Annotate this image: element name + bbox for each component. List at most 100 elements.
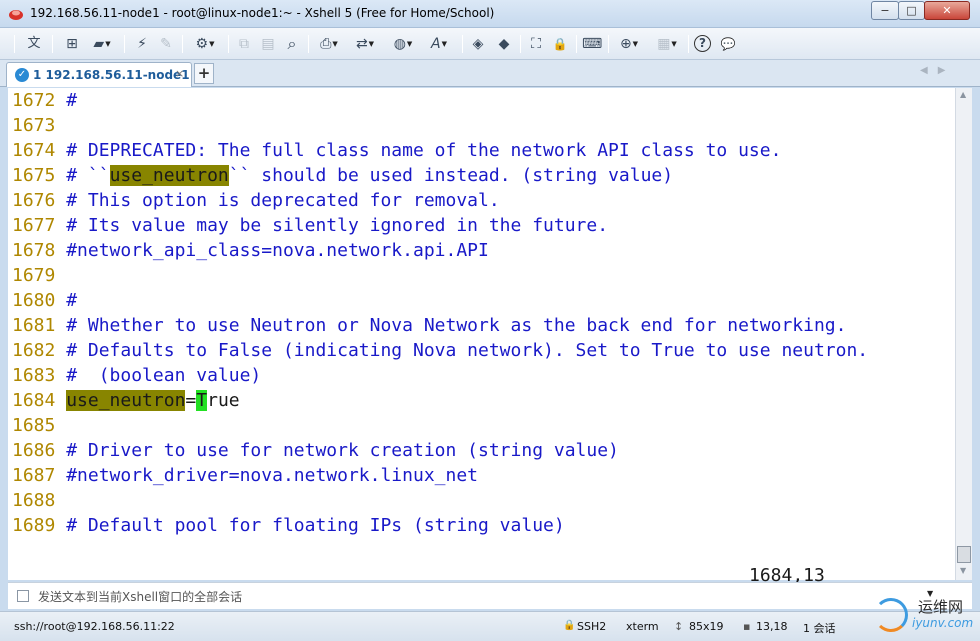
line-text: #network_api_class=nova.network.api.API [66,240,489,261]
close-button[interactable]: ✕ [924,1,970,20]
properties-icon[interactable]: ⚙▼ [190,34,220,54]
disconnect-icon[interactable]: ✎ [156,34,176,54]
line-number: 1689 [12,515,56,536]
terminal-line: 1681 # Whether to use Neutron or Nova Ne… [12,313,846,338]
line-number: 1686 [12,440,56,461]
line-text: # [66,290,78,311]
terminal-line: 1674 # DEPRECATED: The full class name o… [12,138,781,163]
line-number: 1685 [12,415,56,436]
terminal-view[interactable]: 1672 #1673 1674 # DEPRECATED: The full c… [8,88,955,611]
copy-icon[interactable]: ⧉ [234,34,254,54]
line-text: = [185,390,197,411]
line-text: rue [207,390,240,411]
terminal-line: 1673 [12,113,66,138]
line-number: 1684 [12,390,56,411]
line-text: # Defaults to False (indicating Nova net… [66,340,869,361]
fullscreen-icon[interactable]: ⛶ [526,34,546,54]
minimize-button[interactable]: − [871,1,899,20]
watermark-ring-icon [874,598,908,632]
terminal-line: 1677 # Its value may be silently ignored… [12,213,608,238]
line-number: 1674 [12,140,56,161]
line-text: # (boolean value) [66,365,262,386]
window-title: 192.168.56.11-node1 - root@linux-node1:~… [30,6,495,20]
line-number: 1678 [12,240,56,261]
terminal-line: 1680 # [12,288,77,313]
scrollbar-thumb[interactable] [957,546,971,563]
reconnect-icon[interactable]: ⚡ [132,34,152,54]
watermark-name: 运维网 [918,598,964,616]
line-number: 1681 [12,315,56,336]
open-folder-icon[interactable]: ▰▼ [88,34,116,54]
terminal-line: 1688 [12,488,66,513]
compose-input[interactable]: 发送文本到当前Xshell窗口的全部会话 [38,588,242,605]
terminal-line: 1679 [12,263,66,288]
transfer-icon[interactable]: ⇄▼ [350,34,380,54]
line-text: # [66,90,78,111]
line-text: # DEPRECATED: The full class name of the… [66,140,782,161]
lock-icon[interactable]: 🔒 [550,34,570,54]
xshell-app-icon[interactable] [8,7,24,21]
line-number: 1675 [12,165,56,186]
new-tab-button[interactable]: + [194,63,214,84]
toolbar-separator [576,35,577,53]
session-count-label: 1 会话 [803,622,836,635]
tab-scroll-arrows[interactable]: ◀▶ [920,65,955,76]
line-number: 1672 [12,90,56,111]
terminal-scrollbar[interactable]: ▲ ▼ [955,88,972,580]
print-icon[interactable]: ⎙▼ [314,34,344,54]
toolbar-separator [462,35,463,53]
keyboard-icon[interactable]: ⌨ [582,34,602,54]
session-tab-bar: ✓ 1 192.168.56.11-node1 × + ◀▶ [0,60,980,87]
terminal-line: 1687 #network_driver=nova.network.linux_… [12,463,478,488]
toolbar-separator [228,35,229,53]
resize-icon: ↕ [674,620,684,633]
vim-ruler: 1684,13 28% [12,538,948,611]
toolbar-separator [14,35,15,53]
protocol-label: SSH2 [577,620,607,633]
toolbar-separator [52,35,53,53]
compose-bar: 发送文本到当前Xshell窗口的全部会话 ▼ [8,582,972,609]
chat-icon[interactable]: 💬 [718,34,738,54]
cursor-icon: ▪ [743,620,751,633]
maximize-button[interactable]: □ [898,1,925,20]
font-icon[interactable]: A▼ [424,34,454,54]
terminal-line: 1685 [12,413,66,438]
send-all-checkbox[interactable] [17,590,29,602]
tab-close-icon[interactable]: × [175,67,184,80]
cursor-position-label: 13,18 [756,620,788,633]
terminal-line: 1689 # Default pool for floating IPs (st… [12,513,565,538]
line-number: 1688 [12,490,56,511]
line-text: # Its value may be silently ignored in t… [66,215,609,236]
terminal-line: 1676 # This option is deprecated for rem… [12,188,500,213]
paste-icon[interactable]: ▤ [258,34,278,54]
scroll-down-icon[interactable]: ▼ [960,566,966,575]
line-number: 1676 [12,190,56,211]
line-number: 1682 [12,340,56,361]
toolbar-separator [520,35,521,53]
session-tab[interactable]: ✓ 1 192.168.56.11-node1 × [6,62,192,87]
layout-icon[interactable]: ▦▼ [652,34,682,54]
help-icon[interactable]: ? [694,35,711,52]
toolbar-separator [182,35,183,53]
terminal-line: 1675 # ``use_neutron`` should be used in… [12,163,673,188]
search-highlight: use_neutron [109,165,229,186]
find-icon[interactable]: ⌕ [282,34,302,54]
scroll-up-icon[interactable]: ▲ [960,90,966,99]
connection-string: ssh://root@192.168.56.11:22 [14,620,175,633]
new-session-icon[interactable]: ⊞ [62,34,82,54]
toolbar-separator [688,35,689,53]
watermark-domain: iyunv.com [912,616,974,630]
search-highlight: use_neutron [66,390,186,411]
toolbar: 文 ⊞ ▰▼ ⚡ ✎ ⚙▼ ⧉ ▤ ⌕ ⎙▼ ⇄▼ ◍▼ A▼ ◈ ◆ ⛶ 🔒 … [0,28,980,60]
add-pane-icon[interactable]: ⊕▼ [614,34,644,54]
xftp-icon[interactable]: ◈ [468,34,488,54]
status-bar: ssh://root@192.168.56.11:22 🔒 SSH2 xterm… [0,611,980,641]
language-button[interactable]: 文 [24,34,44,54]
line-text: # Default pool for floating IPs (string … [66,515,565,536]
line-number: 1677 [12,215,56,236]
terminal-size-label: 85x19 [689,620,724,633]
globe-icon[interactable]: ◍▼ [388,34,418,54]
toolbar-separator [124,35,125,53]
xmanager-icon[interactable]: ◆ [494,34,514,54]
terminal-line: 1678 #network_api_class=nova.network.api… [12,238,489,263]
